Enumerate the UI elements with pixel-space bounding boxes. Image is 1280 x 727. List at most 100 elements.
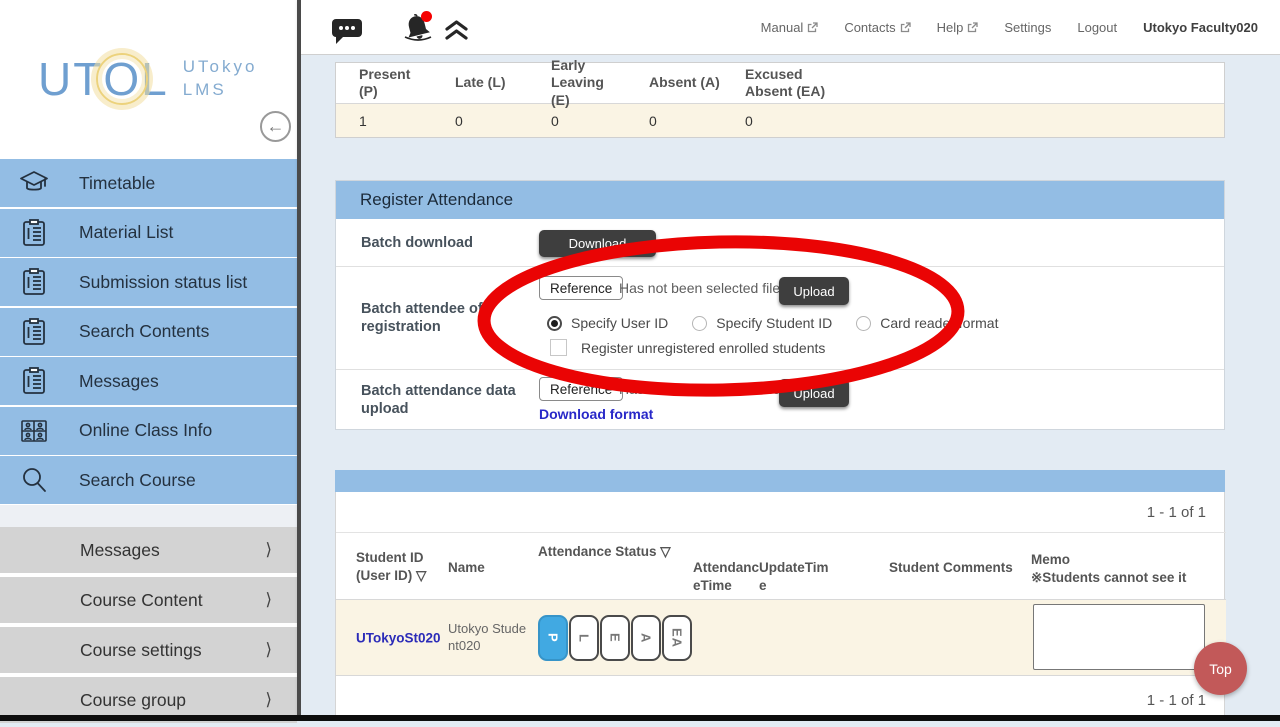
sidebar-item-course-settings[interactable]: Course settings ⟩ [0, 627, 297, 673]
summary-header-cell: Excused Absent (EA) [722, 63, 832, 103]
sidebar-item-label: Material List [79, 222, 173, 243]
summary-value-cell: 0 [432, 104, 528, 137]
sort-icon[interactable]: ▽ [416, 568, 426, 583]
students-table: 1 - 1 of 1 Student ID (User ID) ▽ Name A… [335, 492, 1225, 716]
col-attendance-time: AttendanceTime [693, 559, 761, 594]
col-attendance-status: Attendance Status ▽ [538, 543, 671, 561]
summary-value-cell: 1 [336, 104, 432, 137]
col-name: Name [448, 559, 485, 577]
chevron-right-icon: ⟩ [265, 690, 272, 710]
batch-attendance-upload-row: Batch attendance data upload Reference H… [336, 369, 1224, 429]
register-attendance-section: Register Attendance Batch download Downl… [335, 180, 1225, 430]
external-link-icon [900, 22, 911, 33]
scroll-to-top-button[interactable]: Top [1194, 642, 1247, 695]
sidebar-item-label: Messages [80, 540, 160, 561]
sidebar-collapse-button[interactable]: ← [260, 111, 291, 142]
download-format-link[interactable]: Download format [539, 406, 653, 422]
sidebar-item-messages[interactable]: Messages [0, 357, 297, 405]
link-label: Logout [1077, 20, 1117, 35]
summary-header-cell: Present (P) [336, 63, 432, 103]
student-id-link[interactable]: UTokyoSt020 [356, 630, 441, 645]
status-button-absent[interactable]: A [631, 615, 661, 661]
id-format-radio-group: Specify User ID Specify Student ID Card … [547, 315, 998, 331]
reference-button[interactable]: Reference [539, 377, 623, 401]
link-label: Manual [761, 20, 804, 35]
sidebar-item-label: Course Content [80, 590, 203, 611]
sidebar-item-course-content[interactable]: Course Content ⟩ [0, 577, 297, 623]
external-link-icon [807, 22, 818, 33]
students-table-title-bar [335, 470, 1225, 492]
link-label: Help [937, 20, 964, 35]
logo-letter: U [38, 52, 73, 106]
radio-label: Card reader format [880, 315, 998, 331]
student-name: Utokyo Student020 [448, 621, 530, 655]
sidebar-item-timetable[interactable]: Timetable [0, 159, 297, 207]
settings-link[interactable]: Settings [1004, 20, 1051, 35]
row-label: Batch download [361, 233, 521, 251]
search-icon [19, 465, 49, 495]
no-file-selected-text: Has not been selected file. [619, 280, 784, 296]
summary-value-cell: 0 [722, 104, 832, 137]
logo-letters: UTOL [38, 52, 169, 106]
back-arrow-icon: ← [267, 116, 285, 137]
sidebar-item-messages-group[interactable]: Messages ⟩ [0, 527, 297, 573]
status-button-late[interactable]: L [569, 615, 599, 661]
sidebar-item-submission-status-list[interactable]: Submission status list [0, 258, 297, 306]
memo-textarea[interactable] [1033, 604, 1205, 670]
logo-letter-o: O [103, 52, 141, 106]
summary-header-row: Present (P) Late (L) Early Leaving (E) A… [336, 63, 1224, 104]
clipboard-icon [19, 218, 49, 248]
sidebar-item-search-course[interactable]: Search Course [0, 456, 297, 504]
students-header-row: Student ID (User ID) ▽ Name Attendance S… [336, 532, 1226, 600]
col-update-time: UpdateTime [759, 559, 829, 594]
sidebar-item-online-class-info[interactable]: Online Class Info [0, 407, 297, 455]
clipboard-icon [19, 317, 49, 347]
radio-specify-user-id[interactable] [547, 316, 562, 331]
sidebar-item-label: Search Course [79, 470, 196, 491]
status-button-present[interactable]: P [538, 615, 568, 661]
col-student-id: Student ID (User ID) ▽ [356, 549, 446, 584]
batch-attendee-registration-row: Batch attendee of registration Reference… [336, 266, 1224, 369]
attendance-summary-table: Present (P) Late (L) Early Leaving (E) A… [335, 62, 1225, 138]
summary-header-cell: Early Leaving (E) [528, 63, 626, 103]
col-memo: Memo ※Students cannot see it [1031, 551, 1221, 586]
sidebar-item-search-contents[interactable]: Search Contents [0, 308, 297, 356]
sidebar: UTOL UTokyo LMS ← Timetable Material Lis… [0, 0, 297, 716]
topbar-links: Manual Contacts Help Settings Logout Uto… [761, 0, 1258, 55]
reference-button[interactable]: Reference [539, 276, 623, 300]
register-unregistered-group: Register unregistered enrolled students [550, 339, 825, 356]
radio-label: Specify User ID [571, 315, 668, 331]
chevron-right-icon: ⟩ [265, 540, 272, 560]
download-button[interactable]: Download [539, 230, 656, 257]
logout-link[interactable]: Logout [1077, 20, 1117, 35]
sidebar-item-label: Course settings [80, 640, 202, 661]
contacts-link[interactable]: Contacts [844, 20, 910, 35]
summary-header-cell: Absent (A) [626, 63, 722, 103]
status-button-early-leaving[interactable]: E [600, 615, 630, 661]
people-grid-icon [19, 416, 49, 446]
help-link[interactable]: Help [937, 20, 979, 35]
clipboard-icon [19, 267, 49, 297]
status-button-excused-absent[interactable]: EA [662, 615, 692, 661]
link-label: Contacts [844, 20, 895, 35]
sidebar-item-label: Messages [79, 371, 159, 392]
chevron-right-icon: ⟩ [265, 590, 272, 610]
notification-bell-icon[interactable] [399, 10, 437, 53]
topbar: Manual Contacts Help Settings Logout Uto… [301, 0, 1280, 55]
radio-specify-student-id[interactable] [692, 316, 707, 331]
radio-card-reader-format[interactable] [856, 316, 871, 331]
sidebar-item-material-list[interactable]: Material List [0, 209, 297, 257]
collapse-up-icon[interactable] [444, 19, 469, 46]
summary-value-cell: 0 [528, 104, 626, 137]
row-label: Batch attendee of registration [361, 300, 521, 336]
chat-icon[interactable] [331, 18, 363, 50]
row-label: Batch attendance data upload [361, 381, 521, 417]
link-label: Settings [1004, 20, 1051, 35]
manual-link[interactable]: Manual [761, 20, 819, 35]
checkbox-label: Register unregistered enrolled students [581, 340, 825, 356]
register-unregistered-checkbox[interactable] [550, 339, 567, 356]
upload-button[interactable]: Upload [779, 277, 849, 305]
upload-button[interactable]: Upload [779, 379, 849, 407]
external-link-icon [967, 22, 978, 33]
sort-icon[interactable]: ▽ [660, 544, 670, 559]
